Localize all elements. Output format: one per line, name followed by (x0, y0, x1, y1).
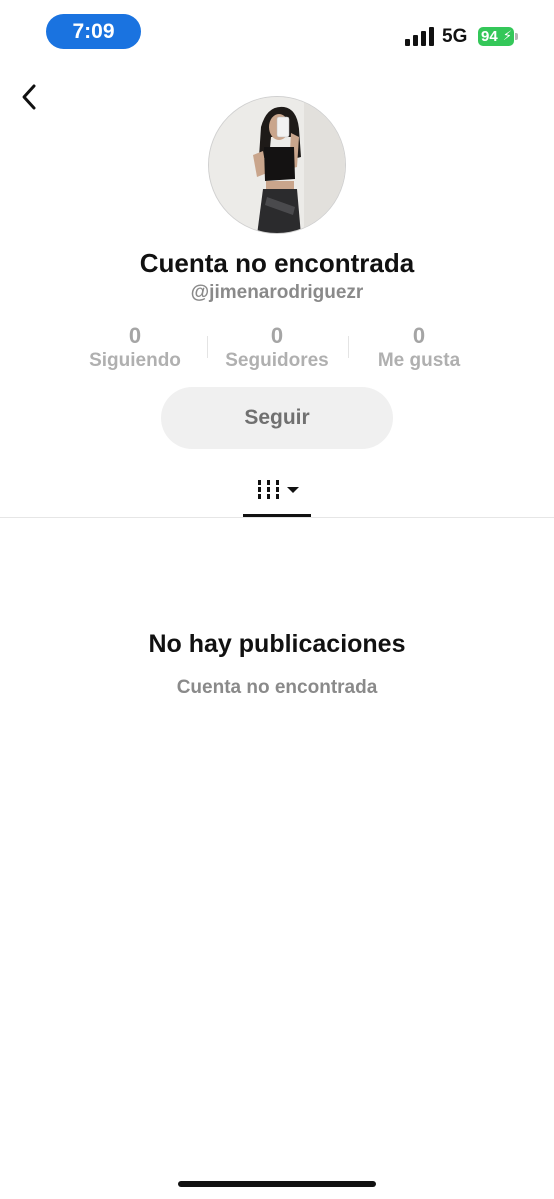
back-button[interactable] (14, 82, 44, 112)
stat-divider (348, 336, 349, 358)
tab-videos[interactable] (243, 472, 311, 518)
username-handle: @jimenarodriguezr (190, 282, 364, 303)
status-bar: 7:09 5G 94 ⚡ (0, 0, 554, 60)
stat-followers[interactable]: 0 Seguidores (212, 322, 342, 372)
status-time[interactable]: 7:09 (46, 14, 141, 49)
stat-likes[interactable]: 0 Me gusta (354, 322, 484, 372)
chevron-left-icon (22, 84, 36, 110)
stat-following-label: Siguiendo (89, 350, 181, 371)
profile-avatar (208, 96, 346, 234)
battery-cap (515, 33, 518, 40)
stat-likes-label: Me gusta (377, 350, 461, 371)
signal-icon (405, 27, 434, 46)
home-indicator[interactable] (178, 1181, 376, 1187)
stat-followers-label: Seguidores (225, 350, 329, 371)
stat-following-value: 0 (128, 323, 142, 348)
battery-level: 94 (481, 28, 498, 45)
stat-following[interactable]: 0 Siguiendo (70, 322, 200, 372)
caret-down-icon (287, 487, 299, 493)
battery-indicator: 94 ⚡ (478, 27, 514, 46)
stat-followers-value: 0 (270, 323, 284, 348)
empty-state-subtitle: Cuenta no encontrada (176, 677, 378, 698)
stat-divider (207, 336, 208, 358)
stat-likes-value: 0 (412, 323, 426, 348)
avatar-photo (209, 97, 345, 233)
follow-button[interactable]: Seguir (161, 387, 393, 449)
empty-state-title: No hay publicaciones (148, 630, 406, 658)
account-title: Cuenta no encontrada (139, 248, 415, 278)
charging-bolt-icon: ⚡ (502, 28, 512, 43)
network-type: 5G (442, 26, 468, 47)
videos-grid-icon (258, 480, 299, 499)
profile-stats: 0 Siguiendo 0 Seguidores 0 Me gusta (0, 322, 554, 382)
tab-divider (0, 517, 554, 518)
